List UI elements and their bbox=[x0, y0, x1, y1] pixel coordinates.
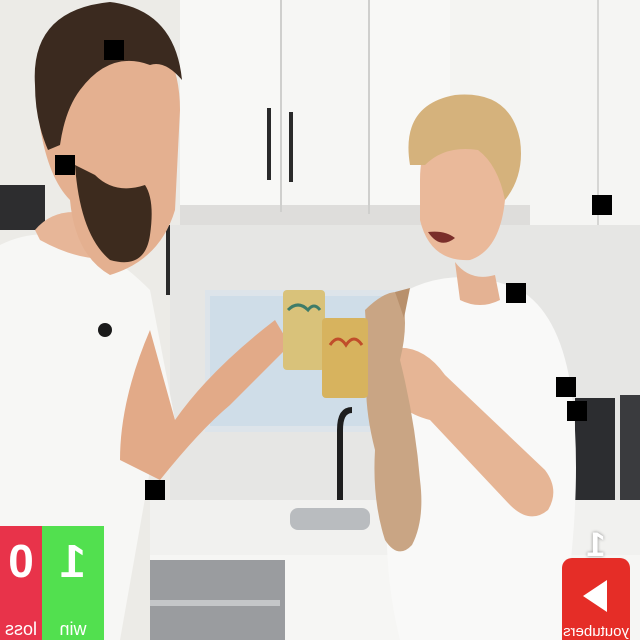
black-square-marker bbox=[104, 40, 124, 60]
youtubers-count: 1 bbox=[586, 526, 606, 564]
loss-counter: 0 loss bbox=[0, 526, 42, 640]
black-square-marker bbox=[556, 377, 576, 397]
youtube-button[interactable]: 1 youtubers bbox=[562, 526, 630, 640]
black-square-marker bbox=[55, 155, 75, 175]
black-square-marker bbox=[567, 401, 587, 421]
loss-count: 0 bbox=[8, 535, 34, 587]
black-square-marker bbox=[506, 283, 526, 303]
youtube-play-icon bbox=[583, 580, 607, 612]
youtubers-label: youtubers bbox=[563, 623, 629, 640]
win-counter: 1 win bbox=[42, 526, 104, 640]
black-square-marker bbox=[592, 195, 612, 215]
loss-label: loss bbox=[5, 619, 38, 639]
black-square-marker bbox=[145, 480, 165, 500]
win-label: win bbox=[59, 619, 87, 639]
win-count: 1 bbox=[60, 535, 86, 587]
video-frame: 0 loss 1 win 1 youtubers bbox=[0, 0, 640, 640]
